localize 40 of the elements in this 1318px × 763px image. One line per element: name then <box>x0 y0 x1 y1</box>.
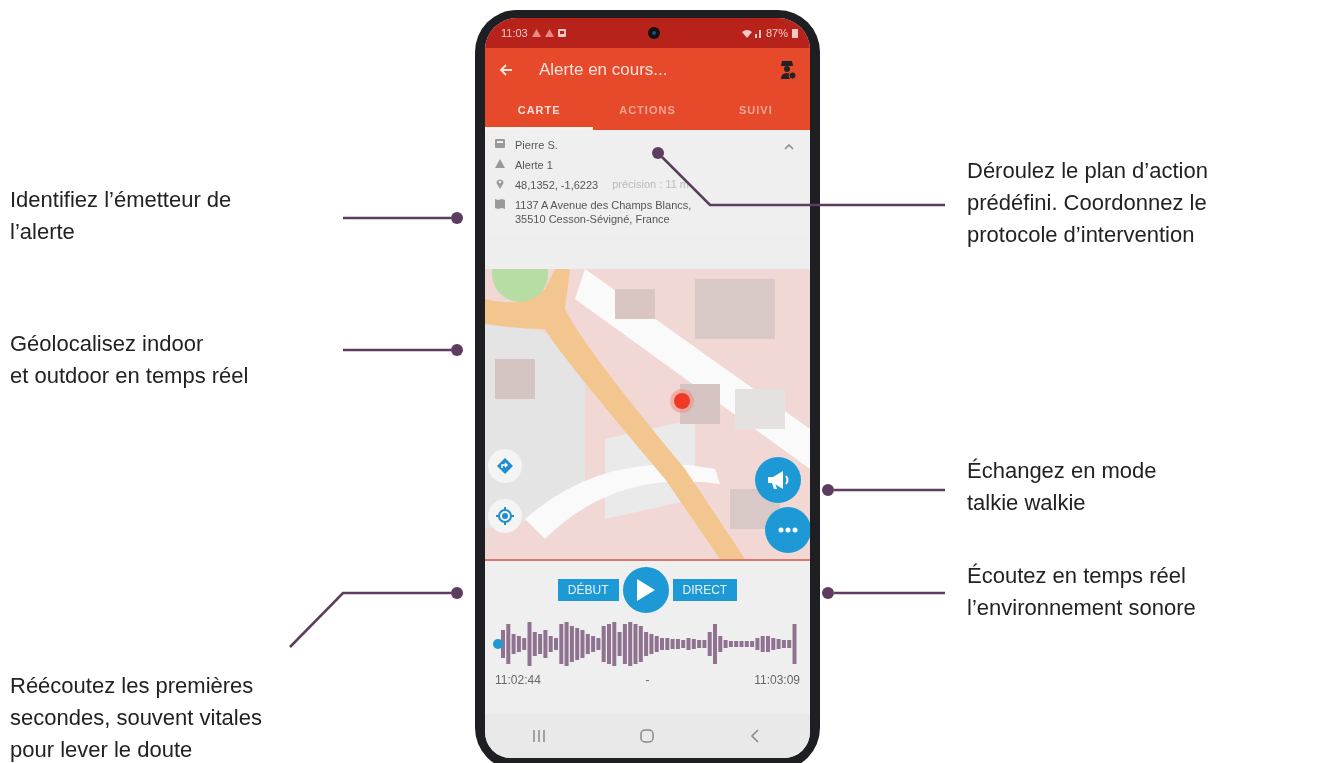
start-time: 11:02:44 <box>495 673 541 687</box>
map-icon <box>495 198 505 209</box>
caret-icon <box>784 144 794 150</box>
annotation-text: Écoutez en temps réel l’environnement sonore <box>967 562 1196 622</box>
warning-icon <box>495 158 505 169</box>
app-title: Alerte en cours... <box>539 60 669 80</box>
annotation-text: Identifiez l’émetteur de l’alerte <box>10 186 232 246</box>
locate-icon <box>496 507 514 525</box>
contact-card-icon <box>495 138 505 149</box>
location-pin-icon <box>495 178 505 189</box>
info-text: 1137 A Avenue des Champs Blancs, 35510 Cesson-Sévigné, France <box>515 198 692 226</box>
officer-icon <box>780 60 796 80</box>
signal-icon <box>741 28 762 38</box>
notification-icon <box>557 29 566 37</box>
location-marker-icon <box>670 389 694 413</box>
annotation-text: Réécoutez les premières secondes, souvent vitales pour lever le doute <box>10 672 262 763</box>
back-arrow-icon <box>499 64 513 76</box>
tab[interactable]: ACTIONS <box>593 92 702 130</box>
more-icon <box>778 527 798 533</box>
camera-hole-icon <box>647 27 660 39</box>
recents-icon <box>532 729 547 743</box>
start-button[interactable]: DÉBUT <box>557 579 619 601</box>
live-button[interactable]: DIRECT <box>672 579 738 601</box>
tab[interactable]: SUIVI <box>701 92 810 130</box>
info-text: 48,1352, -1,6223 <box>515 178 599 192</box>
playhead-icon <box>493 639 503 649</box>
info-text: Pierre S. <box>515 138 558 152</box>
annotation-text: Géolocalisez indoor et outdoor en temps réel <box>10 330 249 390</box>
info-text: Alerte 1 <box>515 158 553 172</box>
annotation-text: Déroulez le plan d’action prédéfini. Coordonnez le protocole d’intervention <box>967 157 1208 249</box>
home-icon <box>640 729 655 743</box>
megaphone-icon <box>766 469 790 491</box>
end-time: 11:03:09 <box>754 673 800 687</box>
battery-percent: 87% <box>765 27 788 39</box>
battery-icon <box>792 28 798 38</box>
annotation-text: Échangez en mode talkie walkie <box>967 457 1157 517</box>
status-time: 11:03 <box>501 27 528 39</box>
directions-icon <box>497 458 513 474</box>
time-separator: - <box>645 673 650 687</box>
play-icon <box>636 579 655 601</box>
